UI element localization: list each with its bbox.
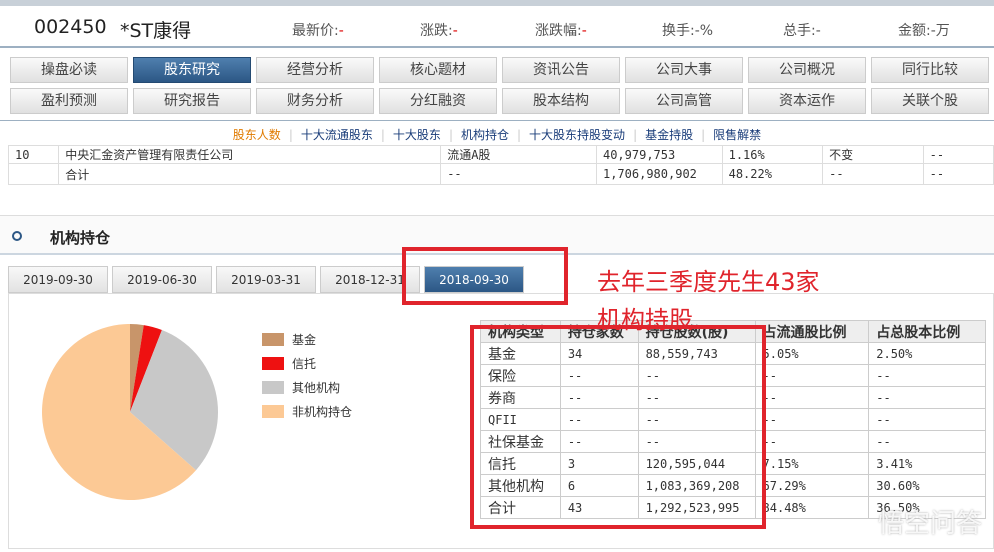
highlight-box-tab — [402, 247, 568, 305]
table-cell: 84.48% — [754, 496, 870, 519]
table-cell: -- — [922, 163, 994, 185]
table-cell: 中央汇金资产管理有限责任公司 — [58, 145, 442, 164]
legend-label: 其他机构 — [292, 380, 341, 395]
tab-tabs_row2-4[interactable]: 股本结构 — [502, 88, 620, 114]
table-cell: 3.41% — [868, 452, 986, 475]
legend-swatch — [262, 356, 284, 370]
tab-tabs_row1-7[interactable]: 同行比较 — [871, 57, 989, 83]
quote-amount: 金额:-万 — [898, 23, 950, 39]
table-cell: 48.22% — [721, 163, 824, 185]
highlight-box-table — [470, 325, 766, 529]
tab-tabs_row2-3[interactable]: 分红融资 — [379, 88, 497, 114]
tab-tabs_row2-0[interactable]: 盈利预测 — [10, 88, 128, 114]
tab-tabs_row1-6[interactable]: 公司概况 — [748, 57, 866, 83]
date-tab[interactable]: 2019-06-30 — [112, 266, 212, 293]
legend-item: 其他机构 — [262, 375, 352, 399]
tab-tabs_row2-2[interactable]: 财务分析 — [256, 88, 374, 114]
subnav-link[interactable]: 十大流通股东 — [301, 128, 373, 142]
stock-header: 002450 *ST康得 最新价:- 涨跌:- 涨跌幅:- 换手:-% 总手:-… — [0, 14, 994, 44]
legend-item: 信托 — [262, 351, 352, 375]
pie-chart — [42, 324, 219, 500]
table-cell: 合计 — [58, 163, 442, 185]
quote-turnover: 换手:-% — [662, 23, 714, 39]
subnav-link[interactable]: 机构持仓 — [461, 128, 509, 142]
table-cell: 5.05% — [754, 342, 870, 365]
legend-swatch — [262, 332, 284, 346]
legend-item: 基金 — [262, 327, 352, 351]
table-cell: -- — [440, 163, 597, 185]
subnav-link[interactable]: 十大股东持股变动 — [529, 128, 625, 142]
pie-legend: 基金信托其他机构非机构持仓 — [262, 327, 352, 423]
table-cell — [7, 163, 60, 185]
annotation-line2: 机构持股 — [597, 306, 693, 334]
date-tab[interactable]: 2019-09-30 — [8, 266, 108, 293]
sub-nav: 股东人数 | 十大流通股东 | 十大股东 | 机构持仓 | 十大股东持股变动 | 基金持股 | 限售解禁 — [0, 120, 994, 148]
table-cell: -- — [868, 408, 986, 431]
shareholder-table: 10 中央汇金资产管理有限责任公司 流通A股 40,979,753 1.16% 不变 -- 合… — [7, 145, 994, 185]
table-cell: 67.29% — [754, 474, 870, 497]
legend-swatch — [262, 380, 284, 394]
table-cell: -- — [754, 408, 870, 431]
table-cell: -- — [868, 386, 986, 409]
separator: | — [633, 128, 638, 142]
circle-icon — [12, 231, 22, 241]
table-cell: 7.15% — [754, 452, 870, 475]
separator: | — [517, 128, 522, 142]
separator: | — [701, 128, 706, 142]
main-nav: 操盘必读 股东研究 经营分析 核心题材 资讯公告 公司大事 公司概况 同行比较盈利预测 研究报告… — [0, 46, 994, 120]
table-cell: -- — [868, 430, 986, 453]
table-cell: 2.50% — [868, 342, 986, 365]
legend-label: 信托 — [292, 356, 317, 371]
tab-tabs_row1-4[interactable]: 资讯公告 — [502, 57, 620, 83]
table-cell: 10 — [7, 145, 60, 164]
quote-volume: 总手:- — [783, 23, 821, 39]
section-title: 机构持仓 — [50, 229, 111, 247]
table-cell: 1.16% — [721, 145, 824, 164]
tab-tabs_row2-7[interactable]: 关联个股 — [871, 88, 989, 114]
tab-tabs_row1-3[interactable]: 核心题材 — [379, 57, 497, 83]
table-row: 合计 -- 1,706,980,902 48.22% -- -- — [7, 163, 994, 185]
table-cell: -- — [922, 145, 994, 164]
watermark: 悟空问答 — [877, 509, 982, 539]
table-cell: -- — [754, 386, 870, 409]
table-cell: -- — [754, 364, 870, 387]
subnav-link[interactable]: 限售解禁 — [713, 128, 761, 142]
subnav-link[interactable]: 股东人数 — [233, 128, 281, 142]
tab-tabs_row2-5[interactable]: 公司高管 — [625, 88, 743, 114]
legend-item: 非机构持仓 — [262, 399, 352, 423]
annotation-line1: 去年三季度先生43家 — [597, 268, 820, 296]
table-cell: 不变 — [822, 145, 924, 164]
table-cell: 流通A股 — [440, 145, 597, 164]
separator: | — [448, 128, 453, 142]
table-cell: -- — [754, 430, 870, 453]
column-header: 占流通股比例 — [754, 320, 870, 343]
quote-change-pct: 涨跌幅:- — [535, 23, 587, 39]
column-header: 占总股本比例 — [868, 320, 986, 343]
stock-name: *ST康得 — [120, 20, 192, 42]
date-tab[interactable]: 2019-03-31 — [216, 266, 316, 293]
subnav-link[interactable]: 基金持股 — [645, 128, 693, 142]
legend-swatch — [262, 404, 284, 418]
tab-tabs_row2-6[interactable]: 资本运作 — [748, 88, 866, 114]
tab-tabs_row2-1[interactable]: 研究报告 — [133, 88, 251, 114]
tab-tabs_row1-1[interactable]: 股东研究 — [133, 57, 251, 83]
separator: | — [288, 128, 293, 142]
table-cell: -- — [822, 163, 924, 185]
stock-code: 002450 — [34, 16, 107, 38]
table-row: 10 中央汇金资产管理有限责任公司 流通A股 40,979,753 1.16% 不变 -- — [7, 145, 994, 164]
table-cell: 40,979,753 — [595, 145, 723, 164]
table-cell: 1,706,980,902 — [595, 163, 723, 185]
tab-tabs_row1-0[interactable]: 操盘必读 — [10, 57, 128, 83]
legend-label: 基金 — [292, 332, 317, 347]
tab-tabs_row1-5[interactable]: 公司大事 — [625, 57, 743, 83]
tab-tabs_row1-2[interactable]: 经营分析 — [256, 57, 374, 83]
quote-price: 最新价:- — [292, 23, 344, 39]
top-bar — [0, 0, 994, 6]
separator: | — [380, 128, 385, 142]
table-cell: 30.60% — [868, 474, 986, 497]
legend-label: 非机构持仓 — [292, 404, 353, 419]
table-cell: -- — [868, 364, 986, 387]
quote-change: 涨跌:- — [420, 23, 458, 39]
subnav-link[interactable]: 十大股东 — [393, 128, 441, 142]
